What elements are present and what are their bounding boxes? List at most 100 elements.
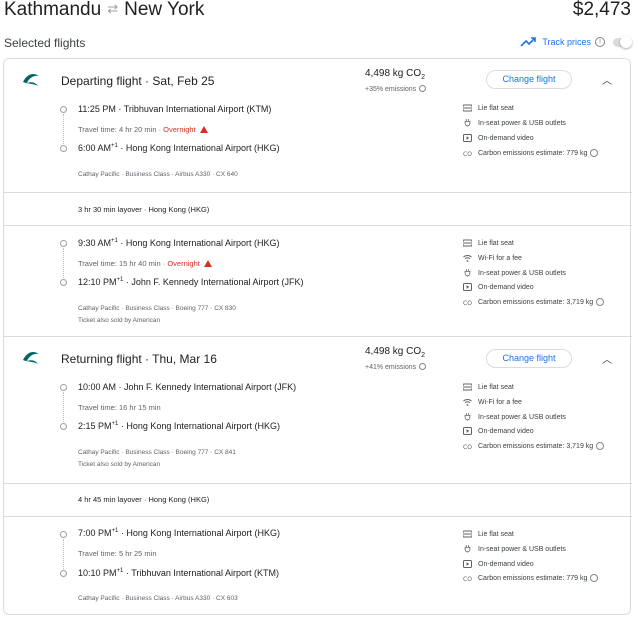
video-icon	[463, 283, 472, 291]
info-icon[interactable]	[419, 363, 427, 370]
returning-header: Returning flight · Thu, Mar 16	[61, 352, 217, 366]
divider	[4, 516, 632, 517]
departure-time-row: 9:30 AM+1 · Hong Kong International Airp…	[78, 238, 280, 248]
returning-change-flight-button[interactable]: Change flight	[486, 349, 572, 368]
departure-time-row: 11:25 PM · Tribhuvan International Airpo…	[78, 104, 272, 114]
departing-header: Departing flight · Sat, Feb 25	[61, 74, 215, 88]
co2-icon	[463, 576, 472, 582]
returning-co2-percent: +41% emissions	[365, 363, 427, 371]
layover-info: 4 hr 45 min layover · Hong Kong (HKG)	[78, 495, 210, 504]
amenity-item: Carbon emissions estimate: 3,719 kg	[463, 440, 605, 452]
power-plug-icon	[464, 413, 471, 421]
amenity-item: In-seat power & USB outlets	[463, 117, 566, 129]
itinerary-card: Departing flight · Sat, Feb 25 4,498 kg …	[3, 58, 632, 615]
arrival-dot	[60, 423, 67, 430]
arrival-time-row: 6:00 AM+1 · Hong Kong International Airp…	[78, 143, 280, 153]
departure-time-row: 7:00 PM+1 · Hong Kong International Airp…	[78, 528, 280, 538]
departure-dot	[60, 240, 67, 247]
departing-co2: 4,498 kg CO2	[365, 68, 426, 81]
track-prices-label[interactable]: Track prices	[542, 37, 591, 47]
video-icon	[463, 427, 472, 435]
divider	[4, 483, 632, 484]
amenity-item: On-demand video	[463, 281, 534, 293]
departing-date: Sat, Feb 25	[152, 74, 215, 88]
warning-icon	[199, 126, 208, 133]
wifi-icon	[463, 254, 472, 262]
info-icon[interactable]	[596, 298, 605, 306]
power-plug-icon	[464, 119, 471, 127]
track-prices-toggle[interactable]	[613, 35, 632, 48]
travel-time: Travel time: 15 hr 40 min · Overnight	[78, 259, 212, 268]
amenity-item: Wi-Fi for a fee	[463, 396, 522, 408]
travel-time: Travel time: 5 hr 25 min	[78, 549, 157, 558]
route-line	[63, 248, 64, 278]
divider	[4, 336, 632, 337]
returning-co2: 4,498 kg CO2	[365, 346, 426, 359]
page-header: Kathmandu ⇄ New York $2,473	[0, 0, 639, 26]
route-line	[63, 539, 64, 569]
power-plug-icon	[464, 269, 471, 277]
swap-arrows-icon[interactable]: ⇄	[107, 1, 118, 17]
amenity-item: In-seat power & USB outlets	[463, 411, 566, 423]
returning-title: Returning flight	[61, 352, 142, 366]
chevron-up-icon[interactable]: ︿	[602, 351, 612, 366]
amenity-item: Wi-Fi for a fee	[463, 252, 522, 264]
info-icon[interactable]	[590, 574, 599, 582]
trend-icon	[520, 37, 537, 47]
flight-details: Cathay Pacific · Business Class · Boeing…	[78, 449, 236, 456]
wifi-icon	[463, 398, 472, 406]
seat-icon	[463, 530, 472, 538]
amenity-item: On-demand video	[463, 132, 534, 144]
amenity-item: Lie flat seat	[463, 381, 514, 393]
arrival-time-row: 2:15 PM+1 · Hong Kong International Airp…	[78, 421, 280, 431]
amenity-item: In-seat power & USB outlets	[463, 267, 566, 279]
amenity-item: On-demand video	[463, 425, 534, 437]
amenity-item: Carbon emissions estimate: 3,719 kg	[463, 296, 605, 308]
co2-icon	[463, 300, 472, 306]
amenity-item: Carbon emissions estimate: 779 kg	[463, 572, 599, 584]
sold-by-note: Ticket also sold by American	[78, 461, 161, 468]
travel-time: Travel time: 4 hr 20 min · Overnight	[78, 125, 208, 134]
departure-dot	[60, 106, 67, 113]
route-line	[63, 114, 64, 144]
power-plug-icon	[464, 545, 471, 553]
route-line	[63, 392, 64, 422]
co2-icon	[463, 151, 472, 157]
flight-details: Cathay Pacific · Business Class · Airbus…	[78, 595, 238, 602]
cathay-pacific-logo-icon	[23, 74, 39, 86]
amenity-item: Lie flat seat	[463, 237, 514, 249]
seat-icon	[463, 383, 472, 391]
seat-icon	[463, 104, 472, 112]
arrival-dot	[60, 570, 67, 577]
departing-title: Departing flight	[61, 74, 142, 88]
returning-date: Thu, Mar 16	[152, 352, 217, 366]
overnight-label: Overnight	[163, 125, 196, 134]
video-icon	[463, 560, 472, 568]
track-prices[interactable]: Track prices i	[520, 34, 632, 50]
video-icon	[463, 134, 472, 142]
travel-time: Travel time: 16 hr 15 min	[78, 403, 161, 412]
info-icon[interactable]: i	[595, 37, 605, 47]
flight-details: Cathay Pacific · Business Class · Airbus…	[78, 171, 238, 178]
arrival-dot	[60, 279, 67, 286]
amenity-item: In-seat power & USB outlets	[463, 543, 566, 555]
divider	[4, 225, 632, 226]
arrival-time-row: 12:10 PM+1 · John F. Kennedy Internation…	[78, 277, 304, 287]
total-price: $2,473	[572, 0, 631, 20]
departing-co2-percent: +35% emissions	[365, 85, 427, 93]
info-icon[interactable]	[419, 85, 427, 92]
departing-change-flight-button[interactable]: Change flight	[486, 70, 572, 89]
divider	[4, 192, 632, 193]
amenity-item: Lie flat seat	[463, 528, 514, 540]
info-icon[interactable]	[590, 149, 599, 157]
departure-dot	[60, 384, 67, 391]
departure-time-row: 10:00 AM · John F. Kennedy International…	[78, 382, 297, 392]
selected-flights-heading: Selected flights	[4, 36, 86, 50]
chevron-up-icon[interactable]: ︿	[602, 72, 612, 87]
origin-city: Kathmandu	[4, 0, 102, 20]
arrival-dot	[60, 145, 67, 152]
destination-city: New York	[124, 0, 205, 20]
seat-icon	[463, 239, 472, 247]
info-icon[interactable]	[596, 442, 605, 450]
layover-info: 3 hr 30 min layover · Hong Kong (HKG)	[78, 205, 210, 214]
